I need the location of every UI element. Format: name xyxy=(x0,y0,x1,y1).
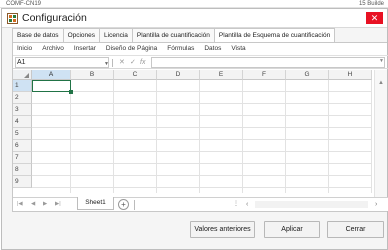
menu-vista[interactable]: Vista xyxy=(231,43,245,54)
settings-app-icon xyxy=(7,13,18,24)
column-header-g[interactable]: G xyxy=(286,70,329,80)
split-dots-icon[interactable]: ⋮ xyxy=(233,198,239,211)
column-header-f[interactable]: F xyxy=(243,70,286,80)
background-text-left: COMF-CN19 xyxy=(6,1,42,7)
confirm-formula-icon[interactable]: ✓ xyxy=(130,57,136,68)
previous-sheet-icon[interactable]: ◀ xyxy=(31,198,35,211)
spreadsheet-panel: Inicio Archivo Insertar Diseño de Página… xyxy=(12,42,388,212)
select-all-icon xyxy=(24,73,29,78)
dialog-titlebar: Configuración ✕ xyxy=(2,9,387,28)
tab-split-handle[interactable] xyxy=(134,200,135,210)
close-button[interactable]: Cerrar xyxy=(327,221,384,238)
formula-input[interactable] xyxy=(151,57,385,68)
previous-values-button[interactable]: Valores anteriores xyxy=(190,221,255,238)
grid-row-line xyxy=(32,139,372,140)
scroll-right-icon[interactable]: › xyxy=(375,198,377,211)
grid-row-line xyxy=(32,103,372,104)
sheet-tab-sheet1[interactable]: Sheet1 xyxy=(77,197,114,210)
menu-diseno-pagina[interactable]: Diseño de Página xyxy=(106,43,157,54)
grid-column-line xyxy=(70,80,71,193)
menu-insertar[interactable]: Insertar xyxy=(74,43,96,54)
name-box-dropdown-icon[interactable]: ▼ xyxy=(104,60,109,69)
row-header-8[interactable]: 8 xyxy=(13,164,32,176)
row-header-7[interactable]: 7 xyxy=(13,152,32,164)
close-window-button[interactable]: ✕ xyxy=(366,12,383,24)
add-sheet-icon[interactable]: + xyxy=(118,199,129,210)
grid-row-line xyxy=(32,91,372,92)
horizontal-scrollbar[interactable] xyxy=(255,201,368,208)
tab-opciones[interactable]: Opciones xyxy=(62,28,100,43)
row-header-3[interactable]: 3 xyxy=(13,104,32,116)
menu-inicio[interactable]: Inicio xyxy=(17,43,32,54)
dialog-title: Configuración xyxy=(22,12,87,24)
column-header-h[interactable]: H xyxy=(329,70,372,80)
grid-row-line xyxy=(32,187,372,188)
settings-dialog: Configuración ✕ Base de datos Opciones L… xyxy=(1,8,388,250)
scroll-left-icon[interactable]: ‹ xyxy=(246,198,248,211)
active-cell-a1[interactable] xyxy=(32,80,73,94)
menu-formulas[interactable]: Fórmulas xyxy=(167,43,194,54)
grid-row-line xyxy=(32,175,372,176)
row-header-1[interactable]: 1 xyxy=(13,80,32,92)
column-header-d[interactable]: D xyxy=(157,70,200,80)
apply-button[interactable]: Aplicar xyxy=(264,221,320,238)
grid-column-line xyxy=(242,80,243,193)
spreadsheet-grid[interactable]: A B C D E F G H 1 2 3 4 5 6 7 8 9 ▲ xyxy=(13,70,388,197)
grid-row-line xyxy=(32,151,372,152)
insert-function-icon[interactable]: fx xyxy=(140,57,145,68)
row-header-2[interactable]: 2 xyxy=(13,92,32,104)
first-sheet-icon[interactable]: |◀ xyxy=(17,198,23,211)
grid-column-line xyxy=(156,80,157,193)
row-header-9[interactable]: 9 xyxy=(13,176,32,188)
next-sheet-icon[interactable]: ▶ xyxy=(43,198,47,211)
row-header-5[interactable]: 5 xyxy=(13,128,32,140)
grid-column-line xyxy=(285,80,286,193)
column-header-a[interactable]: A xyxy=(32,70,71,80)
formula-separator xyxy=(112,59,113,67)
column-header-b[interactable]: B xyxy=(71,70,114,80)
column-header-e[interactable]: E xyxy=(200,70,243,80)
cancel-formula-icon[interactable]: ✕ xyxy=(119,57,125,68)
background-text-right: 15 Builde xyxy=(358,1,384,7)
grid-row-line xyxy=(32,127,372,128)
grid-column-line xyxy=(371,80,372,193)
formula-expand-icon[interactable]: ▼ xyxy=(379,58,384,64)
formula-bar: A1 ▼ ✕ ✓ fx ▼ xyxy=(13,55,388,69)
grid-column-line xyxy=(199,80,200,193)
select-all-corner[interactable] xyxy=(13,70,32,80)
spreadsheet-menubar: Inicio Archivo Insertar Diseño de Página… xyxy=(13,43,256,54)
tab-base-de-datos[interactable]: Base de datos xyxy=(12,28,63,43)
settings-tabs: Base de datos Opciones Licencia Plantill… xyxy=(12,28,336,43)
grid-row-line xyxy=(32,115,372,116)
last-sheet-icon[interactable]: ▶| xyxy=(55,198,61,211)
tab-licencia[interactable]: Licencia xyxy=(99,28,132,43)
row-header-4[interactable]: 4 xyxy=(13,116,32,128)
column-header-c[interactable]: C xyxy=(114,70,157,80)
row-header-6[interactable]: 6 xyxy=(13,140,32,152)
grid-row-line xyxy=(32,163,372,164)
grid-column-line xyxy=(113,80,114,193)
background-window-strip: COMF-CN19 15 Builde xyxy=(0,0,388,8)
vertical-scrollbar[interactable]: ▲ xyxy=(374,70,387,197)
tab-plantilla-cuantificacion[interactable]: Plantilla de cuantificación xyxy=(131,28,214,43)
scroll-up-icon[interactable]: ▲ xyxy=(378,80,384,86)
grid-column-line xyxy=(328,80,329,193)
name-box[interactable]: A1 ▼ xyxy=(15,57,109,68)
name-box-value: A1 xyxy=(17,59,26,66)
menu-datos[interactable]: Datos xyxy=(204,43,221,54)
menu-archivo[interactable]: Archivo xyxy=(42,43,64,54)
tab-plantilla-esquema-cuantificacion[interactable]: Plantilla de Esquema de cuantificación xyxy=(213,28,336,43)
sheet-tab-bar: |◀ ◀ ▶ ▶| Sheet1 + ⋮ ‹ › xyxy=(13,197,388,211)
